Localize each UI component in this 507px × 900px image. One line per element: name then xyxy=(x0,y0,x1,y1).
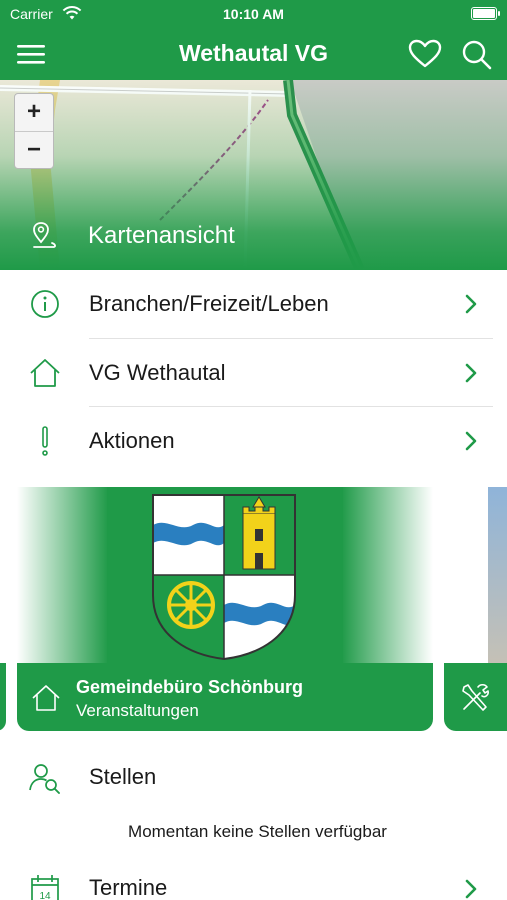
empty-state-text: Momentan keine Stellen verfügbar xyxy=(128,822,387,841)
carousel-card-bar xyxy=(444,663,507,731)
status-bar: Carrier 10:10 AM xyxy=(0,0,507,28)
card-title: Gemeindebüro Schönburg xyxy=(76,677,304,697)
section-label: Termine xyxy=(89,875,168,900)
exclamation-icon xyxy=(42,426,48,456)
section-label: Stellen xyxy=(89,764,157,789)
search-icon[interactable] xyxy=(461,39,493,71)
zoom-in-button[interactable]: + xyxy=(15,94,53,131)
card-image xyxy=(488,487,507,667)
menu-item-label: Aktionen xyxy=(89,428,175,453)
carousel-card-gemeindebuero[interactable]: Gemeindebüro Schönburg Veranstaltungen xyxy=(17,487,433,731)
calendar-icon: 14 xyxy=(31,875,59,900)
chevron-right-icon xyxy=(465,431,477,451)
carousel-card-bar: Gemeindebüro Schönburg Veranstaltungen xyxy=(17,663,433,731)
menu-item-label: VG Wethautal xyxy=(89,360,226,385)
chevron-right-icon xyxy=(465,294,477,314)
info-icon xyxy=(31,290,59,318)
carousel-card-next[interactable] xyxy=(444,487,507,731)
navigation-bar: Wethautal VG xyxy=(0,28,507,80)
menu-item-aktionen[interactable]: Aktionen xyxy=(0,407,507,475)
menu-item-branchen[interactable]: Branchen/Freizeit/Leben xyxy=(0,270,507,338)
section-termine[interactable]: 14 Termine xyxy=(0,855,507,900)
clock: 10:10 AM xyxy=(223,6,284,22)
map-pin-icon xyxy=(33,222,56,248)
section-stellen[interactable]: Stellen xyxy=(0,744,507,812)
coat-of-arms-image xyxy=(107,487,343,667)
chevron-right-icon xyxy=(465,879,477,899)
battery-icon xyxy=(471,7,500,20)
map-view-header[interactable] xyxy=(0,80,507,270)
map-zoom-control: + − xyxy=(14,93,54,169)
tools-icon xyxy=(462,683,489,711)
card-subtitle: Veranstaltungen xyxy=(76,701,199,720)
chevron-right-icon xyxy=(465,363,477,383)
carousel-card-previous[interactable] xyxy=(0,487,6,731)
svg-text:14: 14 xyxy=(39,891,51,900)
menu-item-label: Branchen/Freizeit/Leben xyxy=(89,291,329,316)
carousel-card-bar xyxy=(0,663,6,731)
home-icon xyxy=(32,685,60,711)
map-gradient-overlay xyxy=(0,80,507,270)
map-view-label: Kartenansicht xyxy=(88,222,235,249)
home-icon xyxy=(30,359,60,387)
person-search-icon xyxy=(29,764,60,794)
card-image xyxy=(17,487,433,667)
zoom-out-button[interactable]: − xyxy=(15,131,53,168)
menu-item-vg-wethautal[interactable]: VG Wethautal xyxy=(0,339,507,407)
heart-icon[interactable] xyxy=(408,39,442,69)
